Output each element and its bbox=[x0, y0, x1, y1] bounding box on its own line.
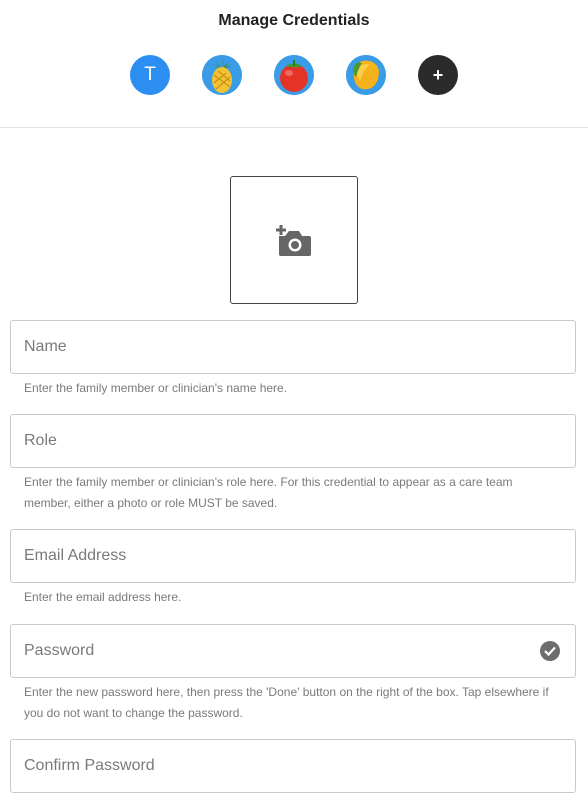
tomato-icon bbox=[274, 55, 314, 95]
plus-icon: + bbox=[432, 64, 444, 85]
password-help-text: Enter the new password here, then press … bbox=[24, 685, 549, 720]
password-done-button[interactable] bbox=[540, 641, 560, 661]
confirm-password-field[interactable] bbox=[10, 739, 576, 793]
add-credential-button[interactable]: + bbox=[418, 55, 458, 95]
role-field[interactable] bbox=[10, 414, 576, 468]
avatar-pineapple[interactable] bbox=[202, 55, 242, 95]
name-help-text: Enter the family member or clinician's n… bbox=[24, 381, 288, 395]
mango-icon bbox=[346, 55, 386, 95]
password-input[interactable] bbox=[11, 625, 511, 677]
email-field[interactable] bbox=[10, 529, 576, 583]
photo-upload-button[interactable] bbox=[230, 176, 358, 304]
confirm-password-input[interactable] bbox=[11, 740, 511, 792]
email-input[interactable] bbox=[11, 530, 511, 582]
avatar-tomato[interactable] bbox=[274, 55, 314, 95]
avatar-t[interactable]: T bbox=[130, 55, 170, 95]
page-title: Manage Credentials bbox=[218, 12, 370, 29]
email-help-text: Enter the email address here. bbox=[24, 590, 182, 604]
password-field[interactable] bbox=[10, 624, 576, 678]
pineapple-icon bbox=[202, 55, 242, 95]
add-photo-camera-icon bbox=[276, 225, 311, 256]
name-field[interactable] bbox=[10, 320, 576, 374]
role-input[interactable] bbox=[11, 415, 511, 467]
role-help-text: Enter the family member or clinician's r… bbox=[24, 475, 513, 510]
name-input[interactable] bbox=[11, 321, 511, 373]
header: Manage Credentials T + bbox=[0, 0, 588, 128]
avatar-letter: T bbox=[144, 64, 156, 85]
check-circle-icon bbox=[544, 646, 556, 656]
avatar-mango[interactable] bbox=[346, 55, 386, 95]
